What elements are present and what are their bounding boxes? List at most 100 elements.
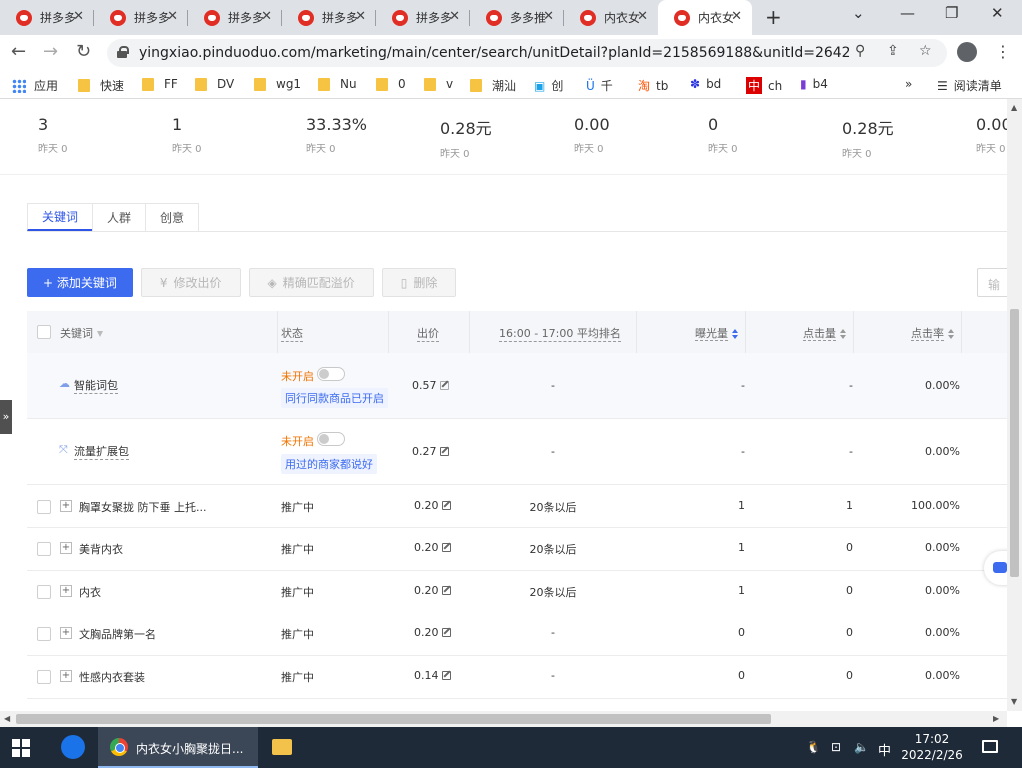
browser-tab[interactable]: 拼多多 ✕ (94, 0, 188, 35)
filter-icon[interactable] (97, 331, 103, 337)
bookmark-item[interactable]: ✽ bd (690, 77, 721, 91)
edit-icon[interactable] (441, 586, 451, 595)
bookmark-item[interactable]: 潮汕 (470, 77, 516, 94)
tab-search-chevron-icon[interactable]: ⌄ (852, 4, 865, 22)
restore-window-icon[interactable]: ❐ (945, 4, 958, 22)
bookmark-item[interactable]: Ü千 (586, 77, 613, 94)
taskbar-app-icon[interactable] (61, 735, 85, 759)
share-icon[interactable]: ⇪ (887, 43, 899, 59)
expand-sidebar-icon[interactable]: » (0, 400, 12, 434)
sort-icon[interactable] (732, 329, 738, 339)
bookmark-item[interactable]: DV (195, 77, 234, 91)
bookmark-item[interactable]: Nu (318, 77, 357, 91)
taskbar-chrome-window[interactable]: 内衣女小胸聚拢日... (98, 727, 258, 768)
new-tab-icon[interactable]: + (765, 5, 782, 29)
browser-tab[interactable]: 拼多多 ✕ (376, 0, 470, 35)
reload-icon[interactable]: ↻ (76, 41, 91, 62)
browser-tab[interactable]: 多多推 ✕ (470, 0, 564, 35)
row-checkbox[interactable] (37, 627, 51, 641)
tab-keywords[interactable]: 关键词 (27, 203, 94, 231)
bookmark-apps[interactable]: 应用 (12, 77, 58, 94)
vertical-scrollbar[interactable]: ▲ ▼ (1007, 99, 1022, 711)
modify-bid-button[interactable]: ¥ 修改出价 (140, 268, 241, 297)
add-keyword-button[interactable]: + 添加关键词 (27, 268, 133, 297)
volume-icon[interactable]: 🔈 (854, 740, 869, 754)
header-clicks[interactable]: 点击量 (803, 325, 846, 341)
close-tab-icon[interactable]: ✕ (637, 9, 648, 25)
bookmark-item[interactable]: 淘 tb (638, 77, 668, 94)
scroll-down-icon[interactable]: ▼ (1011, 697, 1017, 706)
windows-start-icon[interactable] (12, 739, 30, 757)
pack-toggle[interactable] (317, 367, 345, 381)
expand-row-icon[interactable]: + (60, 585, 72, 597)
bookmark-item[interactable]: ▮ b4 (800, 77, 828, 91)
browser-tab-active[interactable]: 内衣女 ✕ (658, 0, 752, 35)
bookmark-item[interactable]: 0 (376, 77, 406, 91)
close-tab-icon[interactable]: ✕ (355, 9, 366, 25)
keyword-bid[interactable]: 0.20 (414, 541, 451, 554)
bookmark-star-icon[interactable]: ☆ (919, 43, 932, 59)
keyword-bid[interactable]: 0.14 (414, 669, 451, 682)
browser-tab[interactable]: 拼多多 ✕ (188, 0, 282, 35)
row-checkbox[interactable] (37, 670, 51, 684)
notification-icon[interactable] (982, 740, 998, 753)
profile-avatar-icon[interactable] (957, 42, 977, 62)
keyword-search-input[interactable]: 输 (977, 268, 1007, 297)
forward-icon[interactable]: → (43, 41, 58, 62)
keyword-bid[interactable]: 0.20 (414, 584, 451, 597)
bookmarks-more-icon[interactable]: » (905, 77, 912, 91)
scrollbar-thumb[interactable] (1010, 309, 1019, 577)
edit-icon[interactable] (439, 381, 449, 390)
keyword-bid[interactable]: 0.20 (414, 626, 451, 639)
file-explorer-icon[interactable] (272, 739, 292, 755)
edit-icon[interactable] (441, 501, 451, 510)
pack-toggle[interactable] (317, 432, 345, 446)
tab-audience[interactable]: 人群 (92, 203, 147, 231)
bookmark-item[interactable]: FF (142, 77, 178, 91)
scroll-up-icon[interactable]: ▲ (1011, 103, 1017, 112)
close-tab-icon[interactable]: ✕ (449, 9, 460, 25)
exact-match-premium-button[interactable]: ◈ 精确匹配溢价 (248, 268, 374, 297)
address-bar[interactable]: yingxiao.pinduoduo.com/marketing/main/ce… (107, 39, 947, 67)
row-checkbox[interactable] (37, 585, 51, 599)
ime-indicator[interactable]: 中 (878, 740, 891, 759)
zoom-icon[interactable]: ⚲ (855, 43, 865, 59)
lock-icon[interactable] (117, 46, 129, 58)
row-checkbox[interactable] (37, 500, 51, 514)
select-all-checkbox[interactable] (37, 325, 51, 339)
edit-icon[interactable] (441, 543, 451, 552)
close-tab-icon[interactable]: ✕ (167, 9, 178, 25)
header-ctr[interactable]: 点击率 (911, 325, 954, 341)
minimize-icon[interactable]: — (900, 4, 915, 22)
expand-row-icon[interactable]: + (60, 500, 72, 512)
bookmark-item[interactable]: 中 ch (746, 77, 782, 94)
qq-icon[interactable]: 🐧 (806, 740, 821, 754)
close-tab-icon[interactable]: ✕ (543, 9, 554, 25)
scrollbar-thumb[interactable] (16, 714, 771, 724)
close-tab-icon[interactable]: ✕ (73, 9, 84, 25)
browser-tab[interactable]: 拼多多 ✕ (0, 0, 94, 35)
sort-icon[interactable] (840, 329, 846, 339)
scroll-right-icon[interactable]: ▶ (993, 714, 999, 723)
edit-icon[interactable] (441, 628, 451, 637)
url-text[interactable]: yingxiao.pinduoduo.com/marketing/main/ce… (139, 45, 849, 61)
pack-bid[interactable]: 0.57 (412, 379, 449, 392)
expand-row-icon[interactable]: + (60, 542, 72, 554)
taskbar-clock[interactable]: 17:02 2022/2/26 (900, 731, 964, 763)
reading-list[interactable]: ☰ 阅读清单 (937, 77, 1002, 94)
keyword-bid[interactable]: 0.20 (414, 499, 451, 512)
delete-button[interactable]: ▯ 删除 (381, 268, 457, 297)
browser-tab[interactable]: 拼多多 ✕ (282, 0, 376, 35)
browser-tab[interactable]: 内衣女 ✕ (564, 0, 658, 35)
sort-icon[interactable] (948, 329, 954, 339)
row-checkbox[interactable] (37, 542, 51, 556)
horizontal-scrollbar[interactable]: ◀ ▶ (0, 711, 1007, 727)
expand-row-icon[interactable]: + (60, 627, 72, 639)
pack-bid[interactable]: 0.27 (412, 445, 449, 458)
back-icon[interactable]: ← (11, 41, 26, 62)
tab-creative[interactable]: 创意 (145, 203, 200, 231)
close-window-icon[interactable]: ✕ (991, 4, 1004, 22)
edit-icon[interactable] (439, 447, 449, 456)
scroll-left-icon[interactable]: ◀ (4, 714, 10, 723)
close-tab-icon[interactable]: ✕ (261, 9, 272, 25)
